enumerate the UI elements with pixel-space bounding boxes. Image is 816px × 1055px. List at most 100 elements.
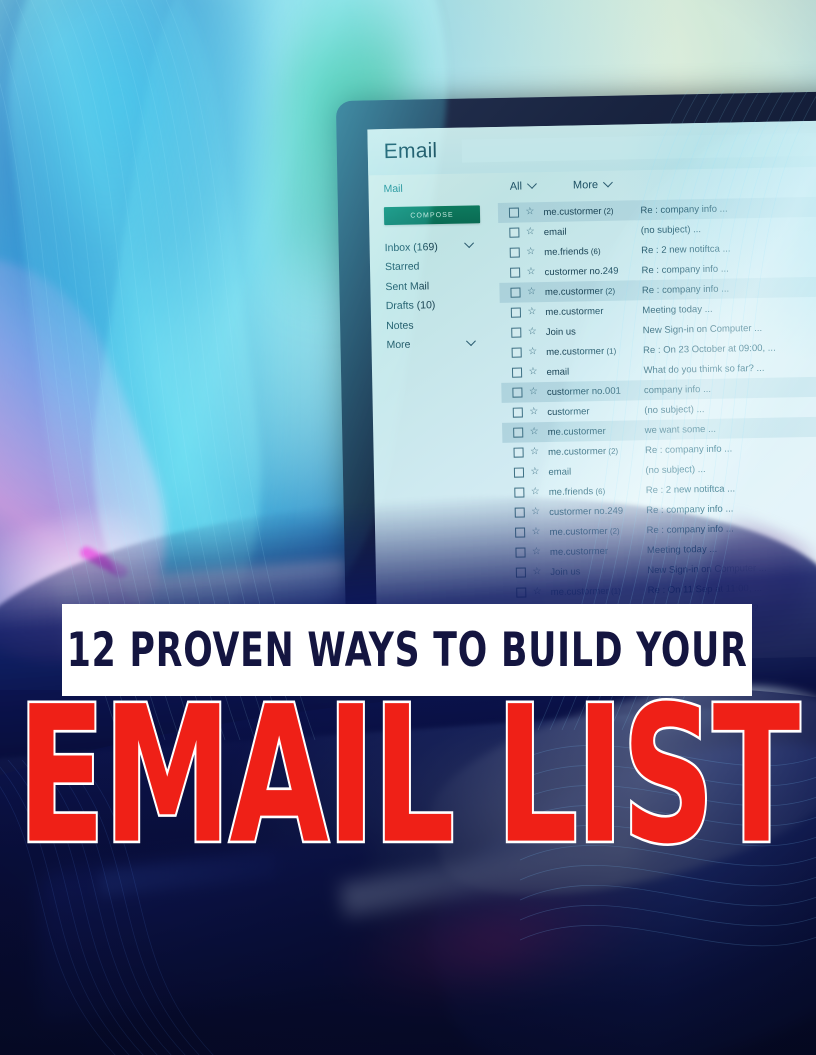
email-topbar: Email [367,119,816,176]
checkbox-icon[interactable] [513,467,524,478]
checkbox-icon[interactable] [513,427,523,438]
email-sender: me.custormer [545,305,604,318]
star-icon[interactable]: ☆ [533,586,542,597]
sidebar-item-label: Notes [386,319,414,332]
checkbox-icon[interactable] [515,527,525,538]
poster-canvas: Email Mail All More COMPOSE Inbox (169) … [0,0,816,1055]
checkbox-icon[interactable] [509,247,520,258]
app-title: Email [383,139,438,164]
email-subject: Re : company info ... [641,263,729,276]
sidebar-item-more[interactable]: More [386,334,476,355]
email-subject: Re : company info ... [641,283,730,296]
star-icon[interactable]: ☆ [530,426,539,437]
chevron-down-icon[interactable] [464,238,475,249]
star-icon[interactable]: ☆ [529,386,538,397]
email-sender: me.custormer [549,545,609,558]
email-sender: me.custormer (2) [549,525,620,538]
checkbox-icon[interactable] [512,407,523,418]
checkbox-icon[interactable] [512,387,523,398]
checkbox-icon[interactable] [515,547,526,558]
sidebar-item-drafts[interactable]: Drafts (10) [386,295,474,316]
star-icon[interactable]: ☆ [525,206,534,217]
email-subject: we want some ... [644,423,717,436]
filter-more-label: More [572,179,599,192]
filter-more[interactable]: More [572,177,613,192]
email-sender: custormer [547,405,590,418]
sidebar-item-notes[interactable]: Notes [386,314,474,335]
sidebar-item-label: Drafts (10) [385,299,436,313]
checkbox-icon[interactable] [514,487,524,498]
email-subject: Meeting today ... [642,303,713,316]
checkbox-icon[interactable] [515,567,526,578]
email-sender: custormer no.249 [544,265,619,278]
star-icon[interactable]: ☆ [528,326,537,337]
star-icon[interactable]: ☆ [532,526,541,537]
checkbox-icon[interactable] [510,267,520,278]
sidebar-item-label: Starred [384,260,420,274]
email-sender: email [546,366,570,378]
star-icon[interactable]: ☆ [530,466,539,477]
checkbox-icon[interactable] [510,307,521,318]
checkbox-icon[interactable] [508,207,519,218]
email-sender: email [548,466,572,478]
email-sender: custormer no.001 [546,385,621,398]
email-subject: Re : On 23 October at 09:00, ... [643,342,776,356]
star-icon[interactable]: ☆ [528,346,537,357]
sidebar-item-inbox[interactable]: Inbox (169) [384,236,475,257]
star-icon[interactable]: ☆ [526,226,535,237]
email-subject: (no subject) ... [644,403,705,416]
star-icon[interactable]: ☆ [530,446,539,457]
email-sender: me.friends (6) [548,485,606,498]
sidebar-item-starred[interactable]: Starred [385,256,473,277]
checkbox-icon[interactable] [511,367,522,378]
email-sender: me.custormer (1) [546,345,617,358]
email-sender: me.custormer (1) [550,585,621,598]
compose-button[interactable]: COMPOSE [383,205,481,226]
email-sender: me.custormer (2) [544,285,616,298]
email-sender: Join us [550,565,581,578]
star-icon[interactable]: ☆ [528,366,537,377]
sidebar-item-label: More [386,338,411,352]
email-sender: me.custormer (2) [547,445,619,458]
email-sidebar: COMPOSE Inbox (169) Starred Sent Mail Dr… [369,205,495,355]
email-count-badge: (2) [602,286,616,296]
star-icon[interactable]: ☆ [531,506,540,517]
star-icon[interactable]: ☆ [532,546,541,557]
email-subject: Re : company info ... [646,502,734,516]
star-icon[interactable]: ☆ [529,406,538,417]
email-sender: me.friends (6) [544,245,601,258]
chevron-down-icon[interactable] [465,335,476,346]
star-icon[interactable]: ☆ [527,306,536,317]
checkbox-icon[interactable] [513,447,524,458]
email-sender: Join us [545,325,576,338]
section-label-mail: Mail [383,182,403,196]
sidebar-item-sent-mail[interactable]: Sent Mail [385,275,473,296]
email-sender: me.custormer (2) [543,205,614,218]
email-subject: company info ... [643,383,712,396]
checkbox-icon[interactable] [514,507,525,518]
chevron-down-icon [602,177,613,187]
checkbox-icon[interactable] [510,287,521,298]
star-icon[interactable]: ☆ [532,566,541,577]
star-icon[interactable]: ☆ [527,286,536,297]
email-count-badge: (2) [606,446,619,456]
checkbox-icon[interactable] [516,587,526,598]
email-subject: New Sign-in on Computer ... [642,322,763,336]
email-subject: Re : company info ... [644,442,733,456]
star-icon[interactable]: ☆ [527,266,536,277]
email-sender: email [543,226,567,238]
sidebar-item-label: Sent Mail [385,280,430,293]
email-sender: custormer no.249 [549,505,624,518]
headline-main-wrap: EMAIL LIST [0,678,816,872]
search-input[interactable] [461,130,816,163]
star-icon[interactable]: ☆ [531,486,540,497]
checkbox-icon[interactable] [511,327,521,338]
filter-all-label: All [509,180,523,193]
filter-all[interactable]: All [509,178,537,193]
checkbox-icon[interactable] [509,227,519,238]
star-icon[interactable]: ☆ [526,246,535,257]
email-subject: Re : 2 new notiftca ... [645,482,736,496]
email-count-badge: (6) [588,246,601,256]
checkbox-icon[interactable] [511,347,522,358]
email-subject: Meeting today ... [646,543,718,556]
